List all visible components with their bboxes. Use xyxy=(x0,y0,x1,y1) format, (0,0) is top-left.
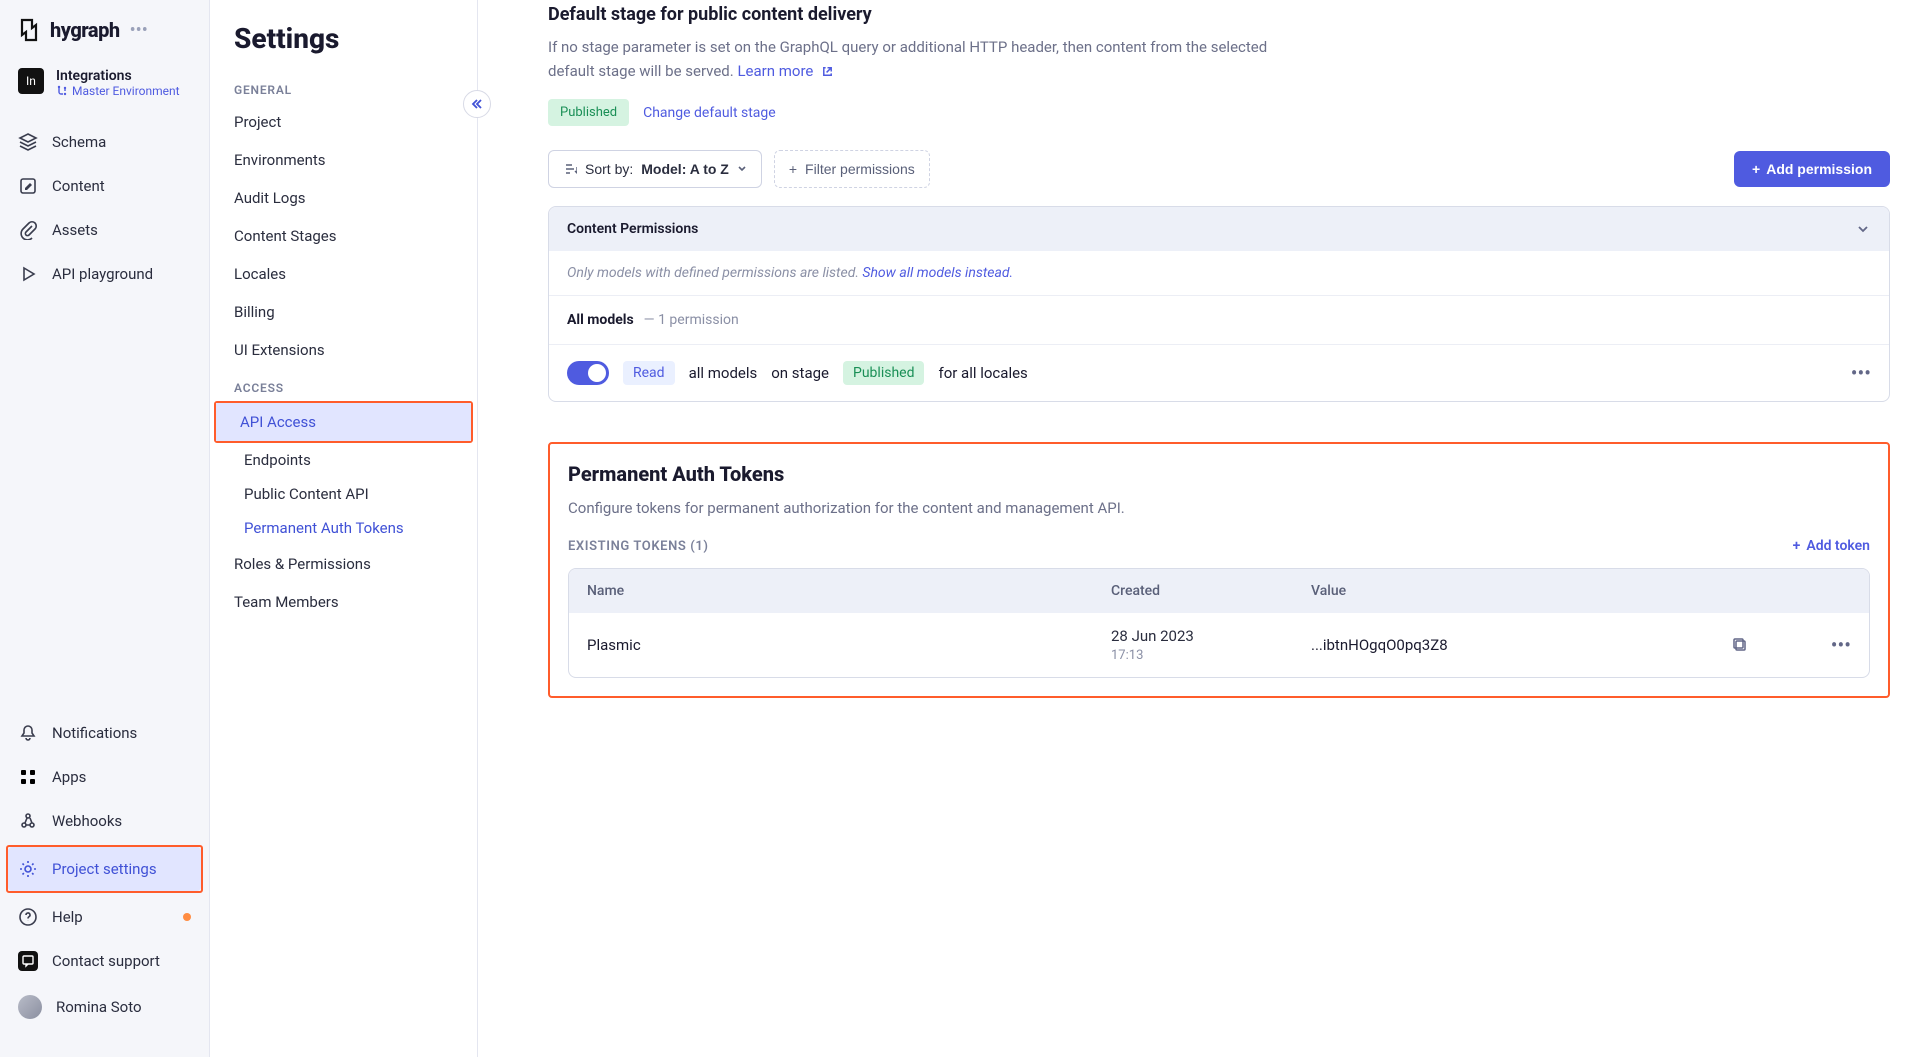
brand-name: hygraph xyxy=(50,18,120,42)
permission-count: — 1 permission xyxy=(644,312,739,328)
nav-webhooks[interactable]: Webhooks xyxy=(0,799,209,843)
tokens-desc: Configure tokens for permanent authoriza… xyxy=(568,496,1870,520)
add-token-button[interactable]: + Add token xyxy=(1793,538,1870,554)
permanent-auth-tokens-section: Permanent Auth Tokens Configure tokens f… xyxy=(548,442,1890,698)
nav-project-settings[interactable]: Project settings xyxy=(8,847,201,891)
external-link-icon xyxy=(821,65,834,78)
main-content: Default stage for public content deliver… xyxy=(478,0,1920,1057)
primary-sidebar: hygraph ••• In Integrations Master Envir… xyxy=(0,0,210,1057)
settings-group-general: GENERAL xyxy=(210,71,477,103)
settings-api-access[interactable]: API Access xyxy=(216,403,471,441)
nav-assets[interactable]: Assets xyxy=(0,208,209,252)
question-circle-icon xyxy=(18,907,38,927)
chevron-down-icon xyxy=(737,164,747,174)
nav-notifications[interactable]: Notifications xyxy=(0,711,209,755)
nav-playground[interactable]: API playground xyxy=(0,252,209,296)
col-created: Created xyxy=(1111,583,1311,599)
show-all-models-link[interactable]: Show all models instead. xyxy=(862,265,1013,281)
default-stage-desc: If no stage parameter is set on the Grap… xyxy=(548,38,1267,80)
settings-endpoints[interactable]: Endpoints xyxy=(210,443,477,477)
settings-roles-permissions[interactable]: Roles & Permissions xyxy=(210,545,477,583)
avatar-icon xyxy=(18,995,42,1019)
webhook-icon xyxy=(18,811,38,831)
gear-icon xyxy=(18,859,38,879)
branch-icon xyxy=(56,85,68,97)
chat-square-icon xyxy=(18,951,38,971)
brand-logo-icon xyxy=(18,18,40,42)
workspace-env: Master Environment xyxy=(56,84,180,98)
nav-schema[interactable]: Schema xyxy=(0,120,209,164)
default-stage-heading: Default stage for public content deliver… xyxy=(548,4,1890,25)
token-row: Plasmic 28 Jun 2023 17:13 ...ibtnHOgqO0p… xyxy=(569,613,1869,677)
settings-locales[interactable]: Locales xyxy=(210,255,477,293)
published-badge: Published xyxy=(548,99,629,126)
nav-help[interactable]: Help xyxy=(0,895,209,939)
perm-on-stage: on stage xyxy=(771,364,829,382)
settings-public-content-api[interactable]: Public Content API xyxy=(210,477,477,511)
settings-title: Settings xyxy=(210,22,477,71)
content-permissions-header[interactable]: Content Permissions xyxy=(549,207,1889,251)
perm-for-locales: for all locales xyxy=(938,364,1027,382)
paperclip-icon xyxy=(18,220,38,240)
permission-more-button[interactable]: ••• xyxy=(1851,361,1871,385)
tokens-table: Name Created Value Plasmic 28 Jun 2023 1… xyxy=(568,568,1870,678)
brand-block: hygraph ••• xyxy=(0,18,209,62)
filter-permissions-button[interactable]: + Filter permissions xyxy=(774,150,930,188)
tokens-heading: Permanent Auth Tokens xyxy=(568,462,1870,486)
plus-icon: + xyxy=(1752,161,1760,177)
permission-toggle[interactable] xyxy=(567,361,609,385)
settings-environments[interactable]: Environments xyxy=(210,141,477,179)
nav-content[interactable]: Content xyxy=(0,164,209,208)
content-permissions-card: Content Permissions Only models with def… xyxy=(548,206,1890,402)
perm-all-models: all models xyxy=(689,364,758,382)
copy-icon xyxy=(1731,636,1749,654)
col-value: Value xyxy=(1311,583,1731,599)
published-tag: Published xyxy=(843,361,924,385)
learn-more-link[interactable]: Learn more xyxy=(737,62,834,80)
tokens-table-header: Name Created Value xyxy=(569,569,1869,613)
nav-contact-support[interactable]: Contact support xyxy=(0,939,209,983)
play-icon xyxy=(18,264,38,284)
change-default-stage-link[interactable]: Change default stage xyxy=(643,105,776,121)
collapse-sidebar-button[interactable] xyxy=(463,90,491,118)
settings-group-access: ACCESS xyxy=(210,369,477,401)
grid-icon xyxy=(18,767,38,787)
settings-content-stages[interactable]: Content Stages xyxy=(210,217,477,255)
existing-tokens-label: EXISTING TOKENS (1) xyxy=(568,539,709,554)
chevron-down-icon xyxy=(1855,221,1871,237)
token-more-button[interactable]: ••• xyxy=(1831,633,1851,657)
settings-ui-extensions[interactable]: UI Extensions xyxy=(210,331,477,369)
nav-apps[interactable]: Apps xyxy=(0,755,209,799)
settings-audit-logs[interactable]: Audit Logs xyxy=(210,179,477,217)
read-tag: Read xyxy=(623,361,675,385)
add-permission-button[interactable]: + Add permission xyxy=(1734,151,1890,187)
layers-icon xyxy=(18,132,38,152)
token-value: ...ibtnHOgqO0pq3Z8 xyxy=(1311,636,1731,654)
plus-icon: + xyxy=(789,161,797,177)
all-models-label: All models xyxy=(567,312,634,328)
settings-sidebar: Settings GENERAL Project Environments Au… xyxy=(210,0,478,1057)
copy-token-button[interactable] xyxy=(1731,636,1791,654)
settings-permanent-auth-tokens[interactable]: Permanent Auth Tokens xyxy=(210,511,477,545)
token-date: 28 Jun 2023 xyxy=(1111,627,1194,645)
token-name: Plasmic xyxy=(587,636,1111,654)
brand-menu-icon[interactable]: ••• xyxy=(130,20,148,41)
settings-team-members[interactable]: Team Members xyxy=(210,583,477,621)
nav-user-account[interactable]: Romina Soto xyxy=(0,983,209,1031)
workspace-name: Integrations xyxy=(56,68,180,84)
settings-project[interactable]: Project xyxy=(210,103,477,141)
pencil-square-icon xyxy=(18,176,38,196)
col-name: Name xyxy=(587,583,1111,599)
settings-billing[interactable]: Billing xyxy=(210,293,477,331)
sort-icon xyxy=(563,162,577,176)
token-time: 17:13 xyxy=(1111,648,1143,663)
chevron-double-left-icon xyxy=(470,97,484,111)
plus-icon: + xyxy=(1793,538,1801,554)
workspace-badge: In xyxy=(18,68,44,94)
sort-button[interactable]: Sort by: Model: A to Z xyxy=(548,150,762,188)
bell-icon xyxy=(18,723,38,743)
workspace-switcher[interactable]: In Integrations Master Environment xyxy=(0,62,209,112)
permissions-note: Only models with defined permissions are… xyxy=(567,265,859,281)
notification-dot-icon xyxy=(183,913,191,921)
